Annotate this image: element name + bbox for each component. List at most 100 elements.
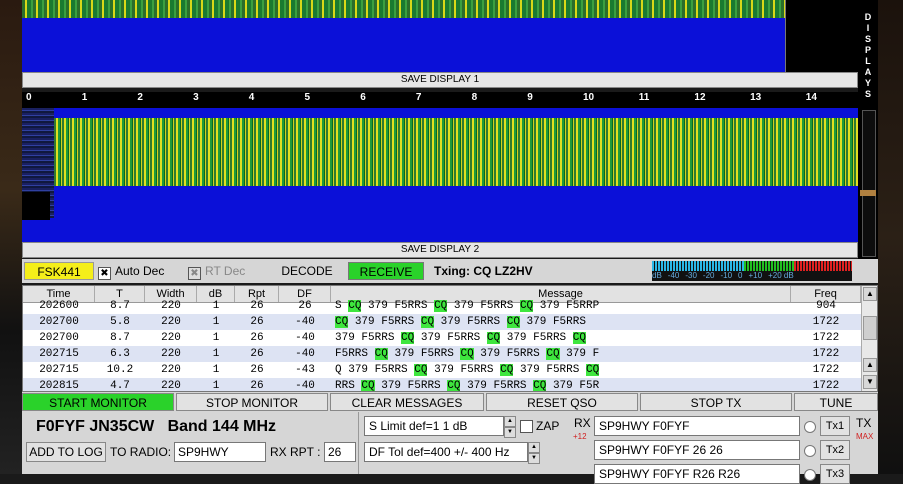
save-display-2-button[interactable]: SAVE DISPLAY 2 — [22, 242, 858, 258]
cq-highlight: CQ — [572, 332, 586, 344]
cell-msg: Q 379 F5RRS CQ 379 F5RRS CQ 379 F5RRS CQ — [331, 362, 791, 378]
tx3-button[interactable]: Tx3 — [820, 464, 850, 484]
spin-down-icon[interactable]: ▼ — [504, 427, 516, 438]
add-to-log-button[interactable]: ADD TO LOG — [26, 442, 106, 462]
displays-letter: A — [864, 67, 872, 77]
cell-rpt: 26 — [250, 332, 264, 344]
cell-time: 202815 — [39, 380, 79, 392]
scale-tick: 2 — [137, 92, 143, 103]
tx2-button[interactable]: Tx2 — [820, 440, 850, 460]
tx-max-label: MAX — [856, 432, 874, 441]
tx3-radio[interactable] — [804, 469, 816, 481]
table-row[interactable]: 202715 6.3 220 1 26 -40 F5RRS CQ 379 F5RRS CQ … — [23, 346, 861, 362]
decode-button[interactable]: DECODE — [272, 262, 342, 280]
cell-db: 1 — [212, 380, 220, 392]
receive-indicator: RECEIVE — [348, 262, 424, 280]
cell-freq: 1722 — [812, 348, 840, 360]
scroll-down-icon[interactable]: ▼ — [863, 375, 877, 389]
tx1-button[interactable]: Tx1 — [820, 416, 850, 436]
tx2-radio[interactable] — [804, 445, 816, 457]
tx1-message-input[interactable]: SP9HWY F0FYF — [594, 416, 800, 436]
brightness-slider-track[interactable] — [862, 110, 876, 257]
meter-label: -20 — [702, 271, 715, 280]
tx3-message-input[interactable]: SP9HWY F0FYF R26 R26 — [594, 464, 800, 484]
table-row[interactable]: 202600 8.7 220 1 26 26 S CQ 379 F5RRS CQ 379 F… — [23, 298, 861, 314]
auto-dec-checkbox[interactable]: ✖ Auto Dec — [98, 262, 178, 280]
cell-df: -40 — [295, 348, 315, 360]
spin-up-icon[interactable]: ▲ — [528, 442, 540, 453]
scale-tick: 1 — [81, 92, 88, 103]
s-limit-field[interactable]: S Limit def=1 1 dB — [364, 416, 504, 436]
waterfall-2-gap — [22, 192, 50, 220]
cq-highlight: CQ — [374, 348, 388, 360]
brightness-slider-thumb[interactable] — [860, 190, 876, 196]
auto-dec-label: Auto Dec — [115, 264, 165, 278]
cq-highlight: CQ — [361, 380, 375, 392]
table-row[interactable]: 202715 10.2 220 1 26 -43 Q 379 F5RRS CQ 379 F5… — [23, 362, 861, 378]
meter-label: 0 — [738, 271, 743, 280]
scale-tick: 10 — [583, 92, 595, 103]
message-word: 379 — [381, 380, 402, 392]
table-row[interactable]: 202700 8.7 220 1 26 -40 379 F5RRS CQ 379 F5RRS… — [23, 330, 861, 346]
tune-button[interactable]: TUNE — [794, 393, 878, 411]
message-word: F5RRS — [420, 348, 454, 360]
scroll-up-icon-lower[interactable]: ▲ — [863, 358, 877, 372]
clear-messages-button[interactable]: CLEAR MESSAGES — [330, 393, 484, 411]
tx1-radio[interactable] — [804, 421, 816, 433]
station-info: F0FYF JN35CW Band 144 MHz — [36, 418, 277, 435]
message-word: F5RRS — [335, 348, 369, 360]
table-row[interactable]: 202700 5.8 220 1 26 -40 CQ 379 F5RRS CQ 379 F5… — [23, 314, 861, 330]
cell-width: 220 — [161, 348, 181, 360]
cell-rpt: 26 — [250, 348, 264, 360]
df-tol-spinner[interactable]: ▲ ▼ — [528, 442, 540, 464]
displays-letter: Y — [864, 78, 871, 88]
message-word: 379 — [335, 332, 355, 344]
cq-highlight: CQ — [546, 348, 560, 360]
message-word: F5RRS — [467, 316, 501, 328]
cell-time: 202715 — [39, 364, 79, 376]
cq-highlight: CQ — [506, 316, 520, 328]
cq-highlight: CQ — [434, 300, 448, 312]
save-display-1-button[interactable]: SAVE DISPLAY 1 — [22, 72, 858, 88]
cell-rpt: 26 — [250, 380, 264, 392]
message-word: 379 — [348, 364, 369, 376]
table-row[interactable]: 202815 4.7 220 1 26 -40 RRS CQ 379 F5RRS CQ 37… — [23, 378, 861, 392]
table-scrollbar[interactable]: ▲ ▲ ▼ — [861, 286, 877, 391]
cell-t: 8.7 — [110, 300, 130, 312]
message-word: F5RRS — [394, 300, 428, 312]
start-monitor-button[interactable]: START MONITOR — [22, 393, 174, 411]
meter-label: -10 — [720, 271, 733, 280]
message-word: 379 — [440, 316, 461, 328]
scale-tick: 8 — [471, 92, 478, 103]
rt-dec-label: RT Dec — [205, 264, 246, 278]
scroll-thumb[interactable] — [863, 316, 877, 340]
stop-tx-button[interactable]: STOP TX — [640, 393, 792, 411]
rt-dec-checkbox[interactable]: ✖ RT Dec — [188, 262, 268, 280]
message-word: 379 — [552, 380, 573, 392]
message-word: F5RRS — [480, 300, 514, 312]
cell-time: 202700 — [39, 332, 79, 344]
spin-down-icon[interactable]: ▼ — [528, 453, 540, 464]
rx-rpt-input[interactable]: 26 — [324, 442, 356, 462]
scroll-up-icon[interactable]: ▲ — [863, 287, 877, 301]
message-word: F5RRP — [566, 300, 600, 312]
cell-t: 6.3 — [110, 348, 130, 360]
mode-badge[interactable]: FSK441 — [24, 262, 94, 280]
stop-monitor-button[interactable]: STOP MONITOR — [176, 393, 328, 411]
to-radio-input[interactable]: SP9HWY — [174, 442, 266, 462]
message-word: F5RRS — [374, 364, 408, 376]
cell-rpt: 26 — [250, 316, 264, 328]
cq-highlight: CQ — [533, 380, 547, 392]
cell-width: 220 — [161, 380, 181, 392]
zap-checkbox[interactable] — [520, 420, 533, 433]
cq-highlight: CQ — [401, 332, 415, 344]
scale-tick: 13 — [750, 92, 762, 103]
spin-up-icon[interactable]: ▲ — [504, 416, 516, 427]
df-tol-field[interactable]: DF Tol def=400 +/- 400 Hz — [364, 442, 528, 462]
cell-width: 220 — [161, 364, 181, 376]
s-limit-spinner[interactable]: ▲ ▼ — [504, 416, 516, 438]
tx2-message-input[interactable]: SP9HWY F0FYF 26 26 — [594, 440, 800, 460]
message-word: RRS — [335, 380, 355, 392]
reset-qso-button[interactable]: RESET QSO — [486, 393, 638, 411]
checkbox-disabled-icon: ✖ — [188, 267, 201, 280]
